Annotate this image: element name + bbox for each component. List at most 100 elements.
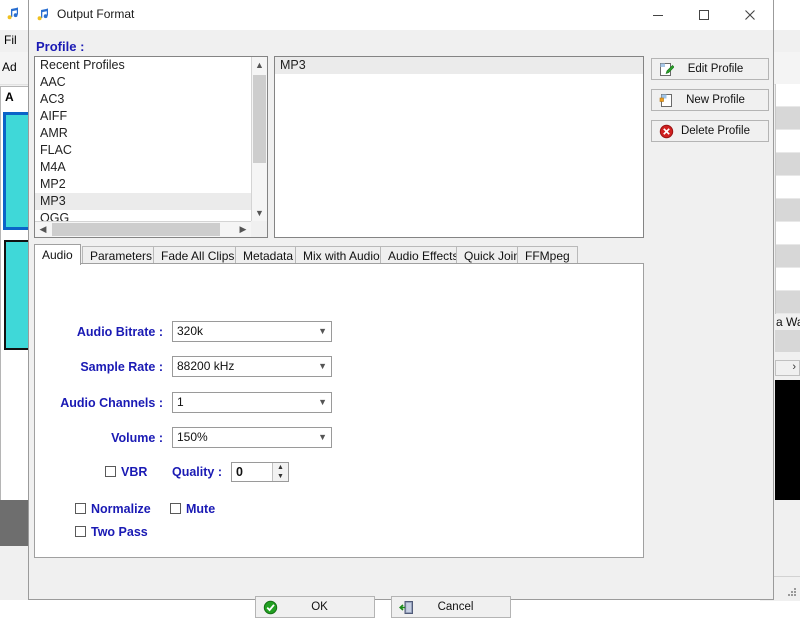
mute-checkbox-box[interactable] xyxy=(170,503,181,514)
scroll-up-arrow-icon[interactable]: ▲ xyxy=(252,57,267,73)
close-icon xyxy=(744,9,756,21)
background-add-button[interactable]: Ad xyxy=(2,60,17,74)
chevron-down-icon[interactable]: ▼ xyxy=(318,326,327,336)
list-item[interactable]: Recent Profiles xyxy=(35,57,251,74)
stepper-up-icon[interactable]: ▲ xyxy=(273,463,288,472)
audio-bitrate-row: Audio Bitrate : 320k ▼ xyxy=(35,321,643,343)
ok-button[interactable]: OK xyxy=(255,596,375,618)
tab-mix-with-audio[interactable]: Mix with Audio xyxy=(295,246,388,264)
audio-bitrate-select[interactable]: 320k ▼ xyxy=(172,321,332,342)
volume-value: 150% xyxy=(177,430,208,444)
horizontal-scrollbar[interactable]: ◀ ▶ xyxy=(35,221,251,237)
scroll-right-arrow-icon[interactable]: ▶ xyxy=(235,222,251,237)
normalize-checkbox[interactable]: Normalize xyxy=(75,502,151,516)
list-item-selected[interactable]: MP3 xyxy=(35,193,251,210)
vbr-checkbox[interactable]: VBR xyxy=(105,465,147,479)
list-item-selected[interactable]: MP3 xyxy=(275,57,643,74)
list-item[interactable]: AMR xyxy=(35,125,251,142)
volume-label: Volume : xyxy=(111,431,163,445)
vertical-scrollbar[interactable]: ▲ ▼ xyxy=(251,57,267,221)
audio-channels-label: Audio Channels : xyxy=(60,396,163,410)
scrollbar-corner xyxy=(251,221,267,237)
two-pass-label: Two Pass xyxy=(91,525,148,539)
close-button[interactable] xyxy=(727,0,773,29)
background-dark-strip xyxy=(0,500,30,546)
mute-checkbox[interactable]: Mute xyxy=(170,502,215,516)
scroll-down-arrow-icon[interactable]: ▼ xyxy=(252,205,267,221)
tab-audio[interactable]: Audio xyxy=(34,244,81,265)
list-item[interactable]: MP2 xyxy=(35,176,251,193)
cancel-label: Cancel xyxy=(437,601,474,613)
list-item[interactable]: AIFF xyxy=(35,108,251,125)
selected-profile-listbox[interactable]: MP3 xyxy=(274,56,644,238)
new-profile-button[interactable]: New Profile xyxy=(651,89,769,111)
mute-label: Mute xyxy=(186,502,216,516)
tab-fade-all-clips[interactable]: Fade All Clips xyxy=(153,246,243,264)
new-profile-label: New Profile xyxy=(686,94,745,106)
background-menu-file[interactable]: Fil xyxy=(4,33,17,47)
two-pass-checkbox[interactable]: Two Pass xyxy=(75,525,148,539)
stepper-down-icon[interactable]: ▼ xyxy=(273,472,288,481)
list-item[interactable]: FLAC xyxy=(35,142,251,159)
list-item xyxy=(776,107,800,130)
delete-profile-button[interactable]: Delete Profile xyxy=(651,120,769,142)
quality-stepper[interactable]: 0 ▲ ▼ xyxy=(231,462,289,482)
profile-category-listbox[interactable]: Recent Profiles AAC AC3 AIFF AMR FLAC M4… xyxy=(34,56,268,238)
dialog-body: Profile : Recent Profiles AAC AC3 AIFF A… xyxy=(29,30,773,618)
background-row-label: a Wa xyxy=(776,315,800,329)
list-item[interactable]: AC3 xyxy=(35,91,251,108)
audio-bitrate-label: Audio Bitrate : xyxy=(76,325,163,339)
background-panel-letter: A xyxy=(5,90,14,104)
quality-stepper-buttons[interactable]: ▲ ▼ xyxy=(272,463,288,481)
background-row-band xyxy=(775,330,800,352)
edit-profile-button[interactable]: Edit Profile xyxy=(651,58,769,80)
list-item[interactable]: OGG xyxy=(35,210,251,221)
list-item xyxy=(776,176,800,199)
tabstrip: Audio Parameters Fade All Clips Metadata… xyxy=(34,244,644,265)
volume-select[interactable]: 150% ▼ xyxy=(172,427,332,448)
normalize-checkbox-box[interactable] xyxy=(75,503,86,514)
list-item xyxy=(776,222,800,245)
audio-channels-select[interactable]: 1 ▼ xyxy=(172,392,332,413)
resize-grip-icon[interactable] xyxy=(786,586,798,598)
normalize-label: Normalize xyxy=(91,502,151,516)
tab-audio-effects[interactable]: Audio Effects xyxy=(380,246,467,264)
minimize-button[interactable] xyxy=(635,0,681,29)
list-item[interactable]: M4A xyxy=(35,159,251,176)
tab-parameters[interactable]: Parameters xyxy=(82,246,161,264)
profile-section-label: Profile : xyxy=(36,39,85,54)
maximize-icon xyxy=(698,9,710,21)
delete-profile-label: Delete Profile xyxy=(680,125,751,137)
output-format-dialog: Output Format Profile : Recent Profiles xyxy=(28,0,774,618)
scroll-left-arrow-icon[interactable]: ◀ xyxy=(35,222,51,237)
list-item xyxy=(776,84,800,107)
list-item[interactable]: AAC xyxy=(35,74,251,91)
two-pass-checkbox-box[interactable] xyxy=(75,526,86,537)
vbr-checkbox-box[interactable] xyxy=(105,466,116,477)
quality-value: 0 xyxy=(236,465,243,479)
tab-ffmpeg[interactable]: FFMpeg xyxy=(517,246,578,264)
vertical-scrollbar-thumb[interactable] xyxy=(253,75,266,163)
background-right-list xyxy=(775,84,800,314)
chevron-down-icon[interactable]: ▼ xyxy=(318,361,327,371)
chevron-down-icon[interactable]: ▼ xyxy=(318,397,327,407)
cancel-button[interactable]: Cancel xyxy=(391,596,511,618)
sample-rate-select[interactable]: 88200 kHz ▼ xyxy=(172,356,332,377)
edit-profile-label: Edit Profile xyxy=(687,63,744,75)
profile-category-items: Recent Profiles AAC AC3 AIFF AMR FLAC M4… xyxy=(35,57,251,221)
list-item xyxy=(776,291,800,314)
ok-label: OK xyxy=(311,601,328,613)
new-profile-icon xyxy=(655,93,677,108)
background-horizontal-scrollbar[interactable]: › xyxy=(775,360,800,376)
tab-metadata[interactable]: Metadata xyxy=(235,246,302,264)
dialog-titlebar[interactable]: Output Format xyxy=(29,0,773,31)
horizontal-scrollbar-thumb[interactable] xyxy=(52,223,220,236)
audio-channels-row: Audio Channels : 1 ▼ xyxy=(35,392,643,414)
scroll-right-arrow-icon[interactable]: › xyxy=(792,361,796,373)
list-item xyxy=(776,268,800,291)
list-item xyxy=(776,130,800,153)
maximize-button[interactable] xyxy=(681,0,727,29)
audio-tab-panel: Audio Bitrate : 320k ▼ Sample Rate : 882… xyxy=(34,263,644,558)
ok-check-icon xyxy=(259,600,281,615)
chevron-down-icon[interactable]: ▼ xyxy=(318,432,327,442)
